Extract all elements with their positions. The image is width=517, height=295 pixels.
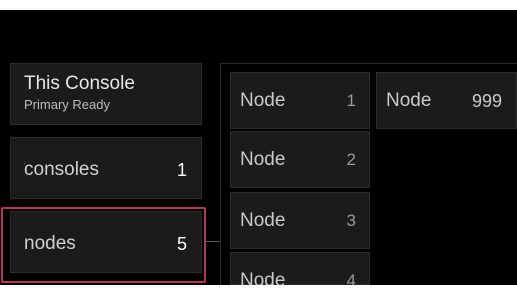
node-label: Node: [240, 90, 286, 111]
console-status: Primary Ready: [24, 97, 110, 112]
consoles-count: 1: [176, 160, 187, 180]
node-tile-999[interactable]: Node 999: [376, 72, 517, 129]
top-edge: [0, 0, 517, 10]
node-label: Node: [240, 210, 286, 231]
node-tile-3[interactable]: Node 3: [230, 192, 370, 249]
nodes-label: nodes: [24, 233, 76, 254]
node-number: 3: [346, 211, 356, 230]
node-tile-2[interactable]: Node 2: [230, 131, 370, 188]
consoles-tile[interactable]: consoles 1: [10, 137, 202, 199]
this-console-tile[interactable]: This Console Primary Ready: [10, 63, 202, 125]
nodes-count: 5: [176, 234, 187, 254]
node-label: Node: [386, 90, 432, 111]
consoles-label: consoles: [24, 159, 99, 180]
node-tile-4[interactable]: Node 4: [230, 252, 370, 291]
node-label: Node: [240, 149, 286, 170]
tree-connector: [205, 241, 220, 242]
nodes-tile[interactable]: nodes 5: [10, 211, 202, 273]
node-tile-1[interactable]: Node 1: [230, 72, 370, 129]
node-number: 999: [471, 91, 502, 111]
bottom-edge: [0, 285, 517, 295]
node-number: 2: [346, 150, 356, 169]
console-title: This Console: [24, 73, 135, 94]
node-number: 1: [346, 91, 356, 110]
